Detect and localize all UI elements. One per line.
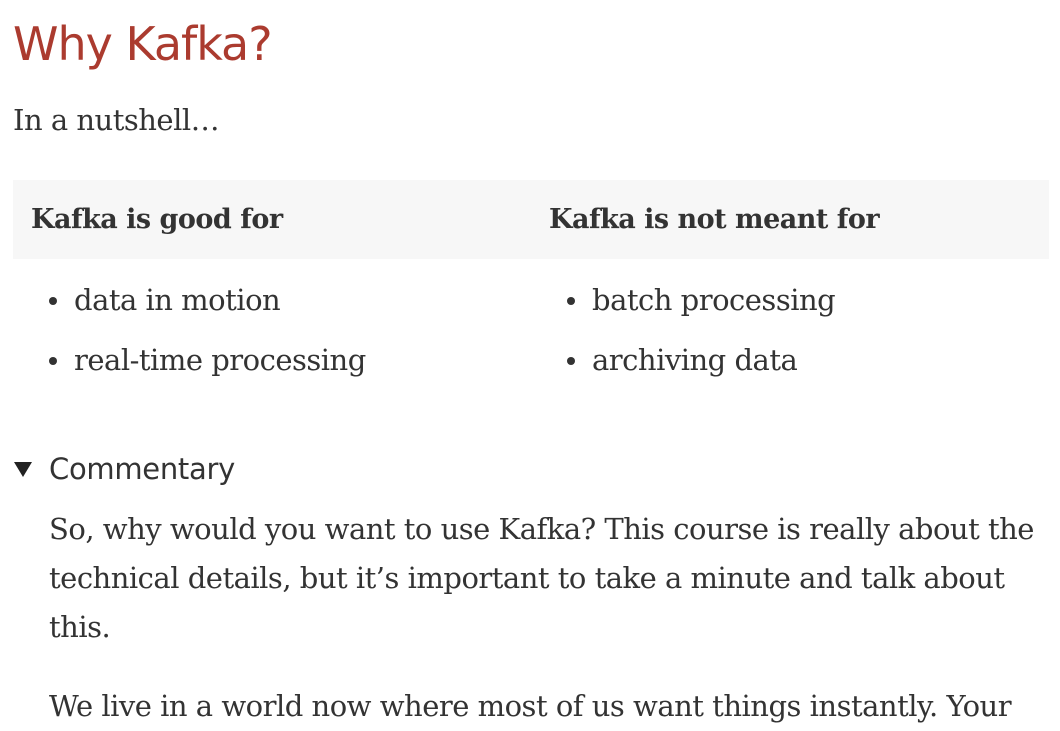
commentary-paragraph: So, why would you want to use Kafka? Thi…	[49, 512, 1034, 644]
comparison-table: Kafka is good for Kafka is not meant for…	[13, 180, 1049, 380]
commentary-label[interactable]: Commentary	[49, 448, 235, 490]
bullet-dot-icon	[49, 297, 57, 305]
commentary-toggle[interactable]: Commentary	[13, 448, 1049, 490]
lead-text: In a nutshell…	[13, 103, 220, 137]
list-item: data in motion	[31, 280, 513, 320]
triangle-down-icon[interactable]	[14, 461, 32, 477]
header-not-meant-for: Kafka is not meant for	[549, 204, 880, 235]
bullet-dot-icon	[49, 357, 57, 365]
not-meant-for-cell: batch processing archiving data	[531, 259, 1049, 380]
commentary-body: So, why would you want to use Kafka? Thi…	[49, 505, 1049, 731]
list-item-text: archiving data	[592, 343, 798, 377]
comparison-body-row: data in motion real-time processing batc…	[13, 259, 1049, 380]
not-meant-for-list: batch processing archiving data	[549, 280, 1031, 380]
list-item: archiving data	[549, 340, 1031, 380]
commentary-paragraph: We live in a world now where most of us …	[49, 689, 1012, 723]
good-for-cell: data in motion real-time processing	[13, 259, 531, 380]
list-item-text: batch processing	[592, 283, 836, 317]
list-item: batch processing	[549, 280, 1031, 320]
list-item: real-time processing	[31, 340, 513, 380]
comparison-header-row: Kafka is good for Kafka is not meant for	[13, 180, 1049, 259]
bullet-dot-icon	[567, 297, 575, 305]
good-for-list: data in motion real-time processing	[31, 280, 513, 380]
list-item-text: data in motion	[74, 283, 281, 317]
list-item-text: real-time processing	[74, 343, 366, 377]
bullet-dot-icon	[567, 357, 575, 365]
page-title: Why Kafka?	[13, 17, 273, 71]
commentary-details: Commentary So, why would you want to use…	[13, 448, 1049, 731]
header-good-for: Kafka is good for	[31, 204, 283, 235]
